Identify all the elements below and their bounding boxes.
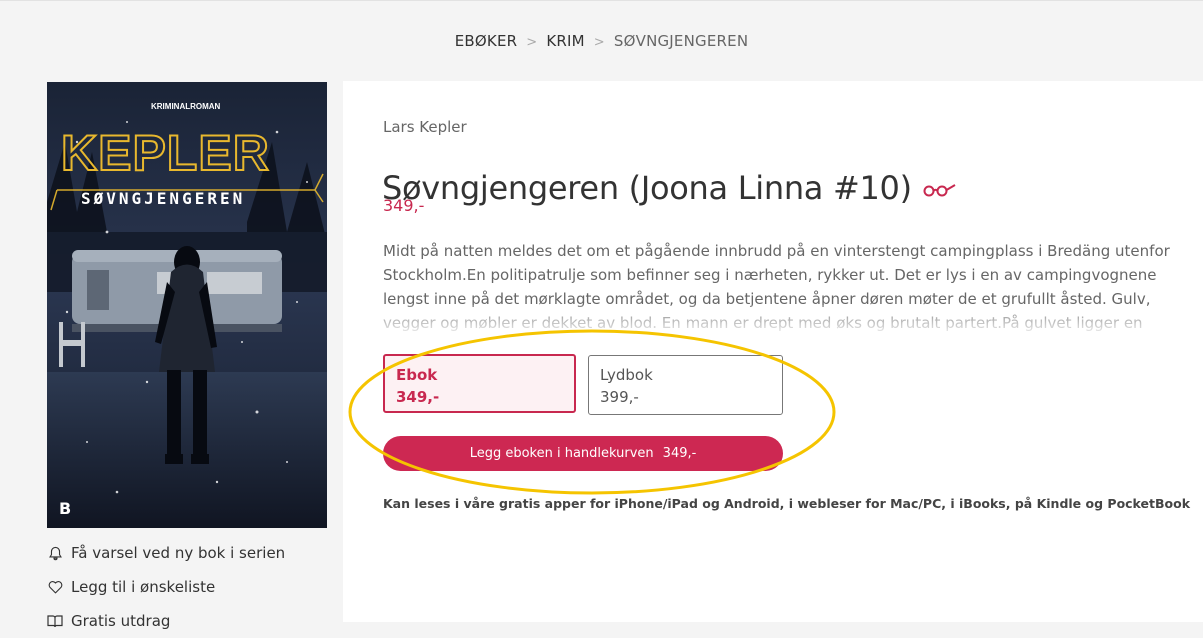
- product-panel: Lars Kepler Søvngjengeren (Joona Linna #…: [343, 81, 1203, 622]
- breadcrumb-crime[interactable]: KRIM: [546, 32, 584, 50]
- wishlist-link[interactable]: Legg til i ønskeliste: [47, 570, 337, 604]
- breadcrumb-separator: >: [526, 35, 538, 50]
- book-title: Søvngjengeren (Joona Linna #10): [382, 169, 912, 208]
- add-to-cart-label: Legg eboken i handlekurven: [469, 446, 654, 461]
- book-icon: [47, 613, 63, 629]
- breadcrumb-ebooks[interactable]: EBØKER: [455, 32, 518, 50]
- free-sample-label: Gratis utdrag: [71, 612, 171, 630]
- format-ebook-name: Ebok: [396, 366, 438, 384]
- breadcrumb-current: SØVNGJENGEREN: [613, 32, 749, 50]
- format-ebook-price: 349,-: [396, 388, 440, 406]
- bell-icon: [47, 545, 63, 561]
- notify-series-link[interactable]: Få varsel ved ny bok i serien: [47, 536, 337, 570]
- description-fade: [383, 305, 1173, 335]
- price: 349,-: [383, 196, 425, 215]
- format-ebook-option[interactable]: Ebok 349,-: [383, 354, 576, 413]
- breadcrumb-separator: >: [593, 35, 605, 50]
- format-audiobook-price: 399,-: [600, 388, 639, 406]
- cover-author: KEPLER: [61, 125, 270, 181]
- free-sample-link[interactable]: Gratis utdrag: [47, 604, 337, 638]
- breadcrumb: EBØKER > KRIM > SØVNGJENGEREN: [0, 32, 1203, 50]
- cover-title: SØVNGJENGEREN: [81, 189, 245, 208]
- side-actions: Få varsel ved ny bok i serien Legg til i…: [47, 536, 337, 638]
- format-audiobook-option[interactable]: Lydbok 399,-: [588, 355, 783, 415]
- add-to-cart-button[interactable]: Legg eboken i handlekurven 349,-: [383, 436, 783, 471]
- book-cover-art: KRIMINALROMAN KEPLER SØVNGJENGEREN B: [47, 82, 327, 528]
- notify-series-label: Få varsel ved ny bok i serien: [71, 544, 286, 562]
- book-cover: KRIMINALROMAN KEPLER SØVNGJENGEREN B: [47, 82, 327, 528]
- read-info: Kan leses i våre gratis apper for iPhone…: [383, 496, 1191, 511]
- description: Midt på natten meldes det om et pågående…: [383, 239, 1173, 335]
- author-name[interactable]: Lars Kepler: [383, 118, 467, 136]
- add-to-cart-price: 349,-: [662, 446, 697, 461]
- cover-kicker: KRIMINALROMAN: [151, 102, 221, 111]
- format-audiobook-name: Lydbok: [600, 366, 653, 384]
- top-divider: [0, 0, 1203, 1]
- publisher-logo: B: [59, 499, 71, 518]
- wishlist-label: Legg til i ønskeliste: [71, 578, 216, 596]
- page-title: Søvngjengeren (Joona Linna #10): [382, 169, 958, 207]
- heart-icon: [47, 579, 63, 595]
- glasses-icon: [920, 178, 958, 198]
